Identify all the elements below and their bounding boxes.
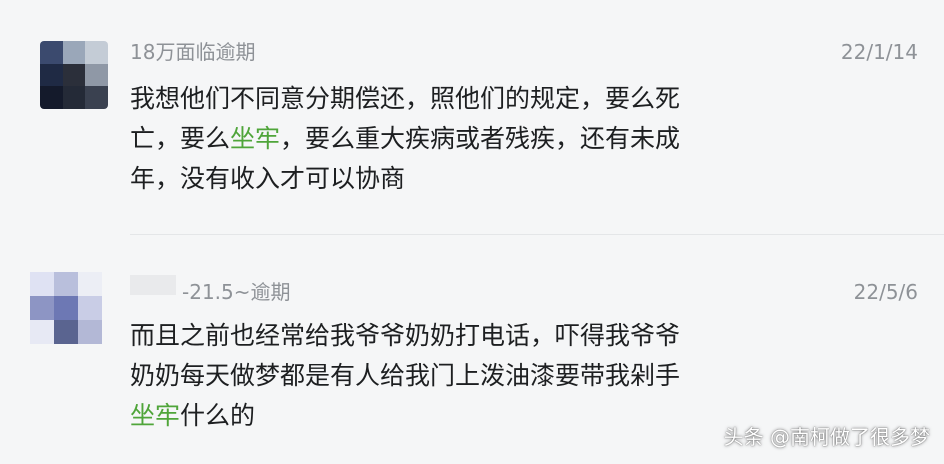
- comment-body-line: 奶奶每天做梦都是有人给我门上泼油漆要带我剁手: [130, 356, 770, 396]
- highlighted-keyword: 坐牢: [230, 124, 281, 153]
- comment-date: 22/5/6: [853, 280, 918, 304]
- comment-text-segment: 年，没有收入才可以协商: [130, 164, 406, 193]
- comment-text-segment: ，要么重大疾病或者残疾，还有未成: [280, 124, 681, 153]
- comment-thread: 18万面临逾期 22/1/14 我想他们不同意分期偿还，照他们的规定，要么死 亡…: [0, 0, 944, 464]
- avatar[interactable]: [40, 41, 108, 109]
- comment-text-segment: 我想他们不同意分期偿还，照他们的规定，要么死: [130, 84, 681, 113]
- avatar[interactable]: [30, 272, 102, 344]
- comment-author[interactable]: -21.5~逾期: [182, 280, 291, 304]
- comment-body: 我想他们不同意分期偿还，照他们的规定，要么死 亡，要么坐牢，要么重大疾病或者残疾…: [130, 79, 770, 199]
- comment-body-line: 坐牢什么的: [130, 396, 770, 436]
- comment-body-line: 亡，要么坐牢，要么重大疾病或者残疾，还有未成: [130, 119, 770, 159]
- comment-item: 18万面临逾期 22/1/14 我想他们不同意分期偿还，照他们的规定，要么死 亡…: [0, 0, 944, 234]
- comment-body-line: 年，没有收入才可以协商: [130, 159, 770, 199]
- comment-body-line: 而且之前也经常给我爷爷奶奶打电话，吓得我爷爷: [130, 316, 770, 356]
- highlighted-keyword: 坐牢: [130, 401, 181, 430]
- comment-date: 22/1/14: [840, 40, 918, 64]
- comment-text-segment: 而且之前也经常给我爷爷奶奶打电话，吓得我爷爷: [130, 321, 681, 350]
- comment-text-segment: 奶奶每天做梦都是有人给我门上泼油漆要带我剁手: [130, 361, 681, 390]
- comment-text-segment: 亡，要么: [130, 124, 231, 153]
- blurred-name: [130, 275, 176, 295]
- comment-body-line: 我想他们不同意分期偿还，照他们的规定，要么死: [130, 79, 770, 119]
- comment-author[interactable]: 18万面临逾期: [130, 40, 255, 64]
- comment-body: 而且之前也经常给我爷爷奶奶打电话，吓得我爷爷 奶奶每天做梦都是有人给我门上泼油漆…: [130, 316, 770, 436]
- comment-text-segment: 什么的: [180, 401, 256, 430]
- watermark: 头条 @南柯做了很多梦: [723, 425, 930, 449]
